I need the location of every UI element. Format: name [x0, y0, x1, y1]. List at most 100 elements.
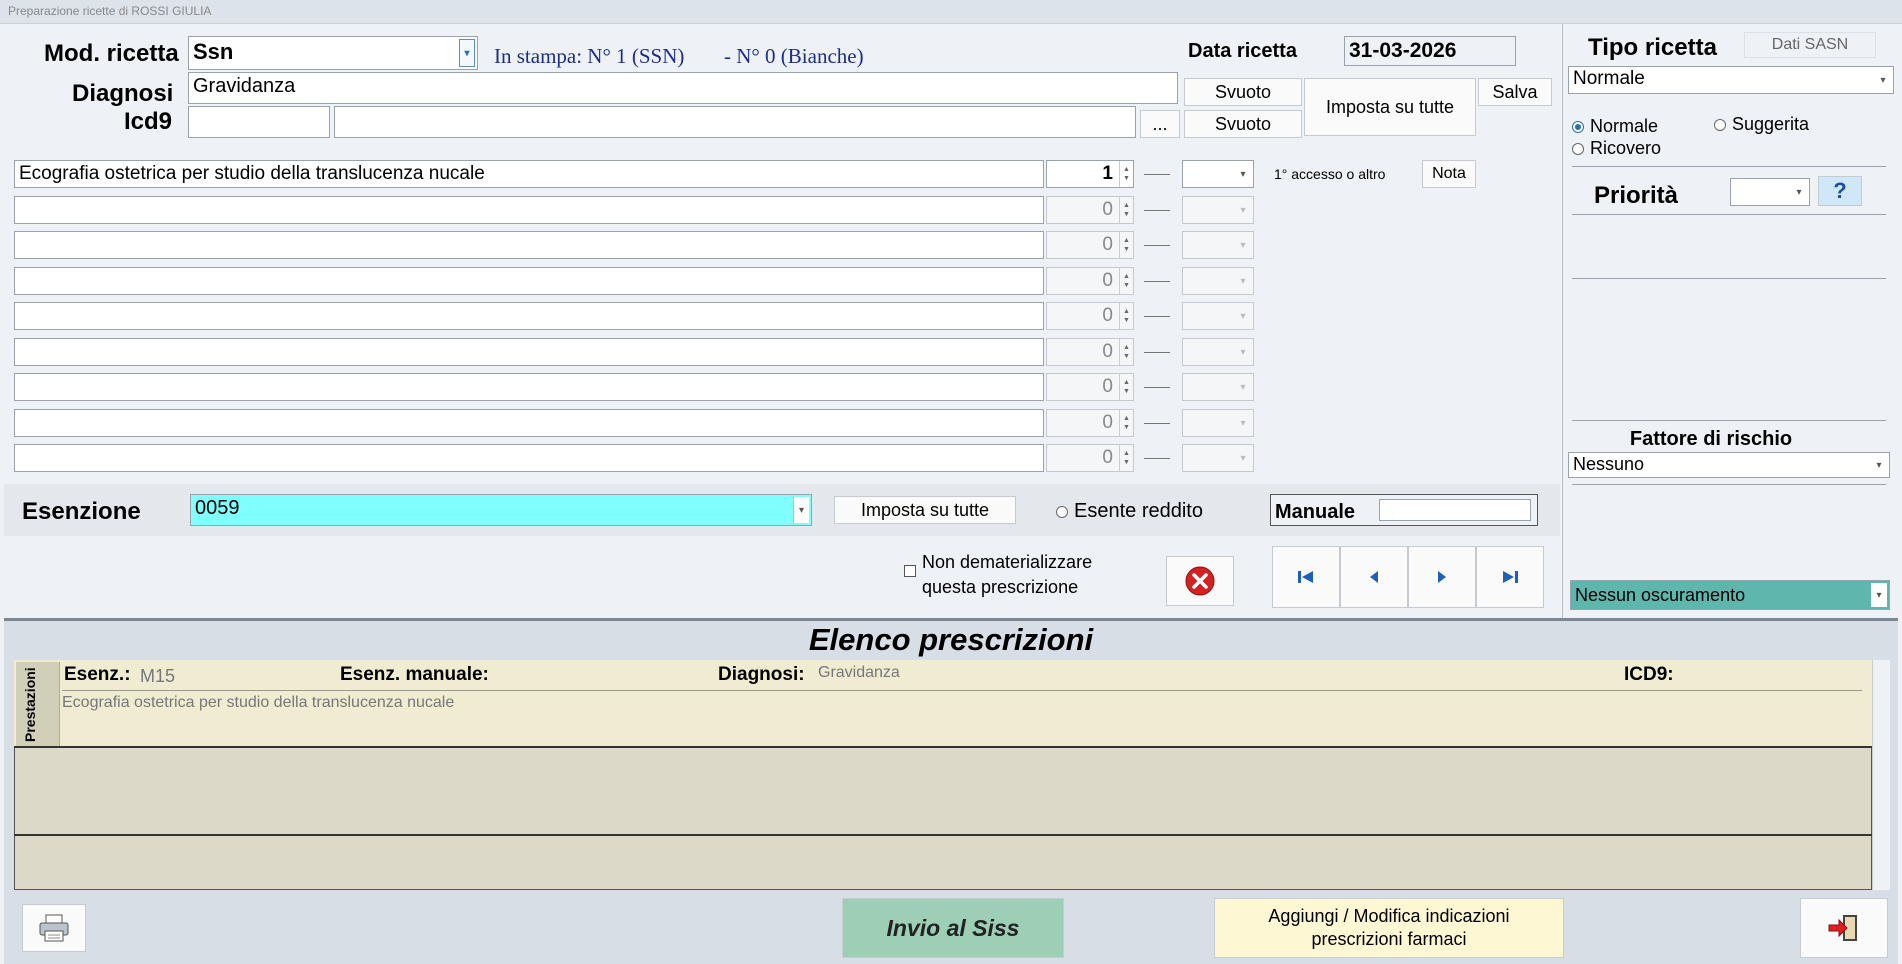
stepper-arrows-icon[interactable]: ▲ ▼ — [1119, 374, 1133, 400]
chevron-down-icon[interactable]: ▾ — [1871, 583, 1887, 607]
prestazione-field[interactable] — [14, 373, 1044, 401]
chevron-down-icon[interactable]: ▾ — [1235, 270, 1251, 292]
invio-siss-button[interactable]: Invio al Siss — [842, 898, 1064, 958]
quantity-stepper[interactable]: 0 ▲ ▼ — [1046, 409, 1134, 437]
accesso-select[interactable]: ▾ — [1182, 196, 1254, 224]
previous-record-button[interactable] — [1340, 546, 1408, 608]
prestazioni-tab-label: Prestazioni — [22, 667, 38, 742]
icd9-code-field[interactable] — [188, 106, 330, 138]
mod-ricetta-select[interactable]: Ssn ▾ — [188, 36, 478, 70]
stepper-arrows-icon[interactable]: ▲ ▼ — [1119, 339, 1133, 365]
last-record-button[interactable] — [1476, 546, 1544, 608]
priorita-select[interactable]: ▾ — [1730, 178, 1810, 206]
esenzione-select[interactable]: 0059 ▾ — [190, 494, 812, 526]
chevron-down-icon[interactable]: ▾ — [1235, 412, 1251, 434]
stepper-arrows-icon[interactable]: ▲ ▼ — [1119, 232, 1133, 258]
oscuramento-select[interactable]: Nessun oscuramento ▾ — [1570, 580, 1890, 610]
next-record-button[interactable] — [1408, 546, 1476, 608]
prestazione-field[interactable] — [14, 409, 1044, 437]
chevron-down-icon[interactable]: ▾ — [1235, 163, 1251, 185]
prestazione-field[interactable] — [14, 302, 1044, 330]
imposta-su-tutte-esenzione-button[interactable]: Imposta su tutte — [834, 496, 1016, 524]
window-titlebar: Preparazione ricette di ROSSI GIULIA — [0, 0, 1902, 24]
salva-button[interactable]: Salva — [1478, 78, 1552, 106]
manuale-field[interactable] — [1379, 499, 1531, 521]
ricovero-radio[interactable] — [1572, 142, 1584, 155]
icd9-description-field[interactable] — [334, 106, 1136, 138]
diagnosi-field[interactable]: Gravidanza — [188, 72, 1178, 104]
dash-separator — [1144, 352, 1170, 353]
prestazione-field[interactable]: Ecografia ostetrica per studio della tra… — [14, 160, 1044, 188]
accesso-select[interactable]: ▾ — [1182, 302, 1254, 330]
accesso-select[interactable]: ▾ — [1182, 267, 1254, 295]
chevron-down-icon[interactable]: ▾ — [1235, 447, 1251, 469]
chevron-down-icon[interactable]: ▾ — [1875, 69, 1891, 91]
prestazione-field[interactable] — [14, 338, 1044, 366]
quantity-stepper[interactable]: 0 ▲ ▼ — [1046, 231, 1134, 259]
chevron-down-icon[interactable]: ▾ — [1235, 341, 1251, 363]
prestazione-field[interactable] — [14, 444, 1044, 472]
accesso-select[interactable]: ▾ — [1182, 160, 1254, 188]
chevron-down-icon[interactable]: ▾ — [1235, 199, 1251, 221]
list-scrollbar[interactable] — [1872, 660, 1890, 890]
tipo-suggerita-option[interactable]: Suggerita — [1714, 114, 1809, 135]
normale-radio[interactable] — [1572, 120, 1584, 133]
prestazione-field[interactable] — [14, 267, 1044, 295]
esenz-value: M15 — [140, 666, 176, 686]
imposta-su-tutte-diagnosi-button[interactable]: Imposta su tutte — [1304, 78, 1476, 136]
close-icon — [1185, 566, 1215, 596]
first-record-icon — [1298, 571, 1313, 583]
dati-sasn-button[interactable]: Dati SASN — [1744, 32, 1876, 58]
stepper-arrows-icon[interactable]: ▲ ▼ — [1119, 303, 1133, 329]
accesso-select[interactable]: ▾ — [1182, 338, 1254, 366]
nota-button[interactable]: Nota — [1422, 160, 1476, 188]
chevron-down-icon[interactable]: ▾ — [793, 497, 809, 523]
data-ricetta-field[interactable]: 31-03-2026 — [1344, 36, 1516, 66]
exit-button[interactable] — [1800, 898, 1888, 958]
icd9-browse-button[interactable]: ... — [1140, 110, 1180, 138]
tipo-normale-option[interactable]: Normale — [1572, 116, 1658, 137]
priorita-help-button[interactable]: ? — [1818, 176, 1862, 206]
divider — [1572, 420, 1886, 421]
stepper-arrows-icon[interactable]: ▲ ▼ — [1119, 410, 1133, 436]
tipo-ricovero-option[interactable]: Ricovero — [1572, 138, 1661, 159]
print-button[interactable] — [22, 904, 86, 952]
aggiungi-modifica-farmaci-button[interactable]: Aggiungi / Modifica indicazioni prescriz… — [1214, 898, 1564, 958]
chevron-down-icon[interactable]: ▾ — [1791, 181, 1807, 203]
quantity-stepper[interactable]: 0 ▲ ▼ — [1046, 338, 1134, 366]
esente-reddito-option[interactable]: Esente reddito — [1056, 500, 1203, 523]
elenco-diagnosi-value: Gravidanza — [818, 664, 900, 681]
stepper-arrows-icon[interactable]: ▲ ▼ — [1119, 445, 1133, 471]
accesso-select[interactable]: ▾ — [1182, 444, 1254, 472]
chevron-down-icon[interactable]: ▾ — [1235, 305, 1251, 327]
tipo-ricetta-select[interactable]: Normale ▾ — [1568, 66, 1894, 94]
quantity-stepper[interactable]: 0 ▲ ▼ — [1046, 267, 1134, 295]
fattore-rischio-select[interactable]: Nessuno ▾ — [1568, 452, 1890, 478]
chevron-down-icon[interactable]: ▾ — [1235, 376, 1251, 398]
accesso-select[interactable]: ▾ — [1182, 231, 1254, 259]
quantity-stepper[interactable]: 0 ▲ ▼ — [1046, 444, 1134, 472]
accesso-select[interactable]: ▾ — [1182, 373, 1254, 401]
cancel-button[interactable] — [1166, 556, 1234, 606]
quantity-stepper[interactable]: 0 ▲ ▼ — [1046, 196, 1134, 224]
quantity-stepper[interactable]: 0 ▲ ▼ — [1046, 373, 1134, 401]
chevron-down-icon[interactable]: ▾ — [459, 39, 475, 67]
quantity-stepper[interactable]: 1 ▲ ▼ — [1046, 160, 1134, 188]
in-stampa-bianche: - N° 0 (Bianche) — [724, 44, 864, 68]
suggerita-radio[interactable] — [1714, 118, 1726, 131]
prestazione-field[interactable] — [14, 196, 1044, 224]
svuoto-diagnosi-button[interactable]: Svuoto — [1184, 78, 1302, 106]
esente-reddito-radio[interactable] — [1056, 505, 1068, 518]
prestazione-field[interactable] — [14, 231, 1044, 259]
quantity-stepper[interactable]: 0 ▲ ▼ — [1046, 302, 1134, 330]
non-dematerializzare-checkbox[interactable] — [904, 565, 916, 577]
chevron-down-icon[interactable]: ▾ — [1871, 455, 1887, 475]
stepper-arrows-icon[interactable]: ▲ ▼ — [1119, 161, 1133, 187]
first-record-button[interactable] — [1272, 546, 1340, 608]
accesso-select[interactable]: ▾ — [1182, 409, 1254, 437]
stepper-arrows-icon[interactable]: ▲ ▼ — [1119, 197, 1133, 223]
stepper-arrows-icon[interactable]: ▲ ▼ — [1119, 268, 1133, 294]
svuoto-icd9-button[interactable]: Svuoto — [1184, 110, 1302, 138]
chevron-down-icon[interactable]: ▾ — [1235, 234, 1251, 256]
dash-separator — [1144, 210, 1170, 211]
